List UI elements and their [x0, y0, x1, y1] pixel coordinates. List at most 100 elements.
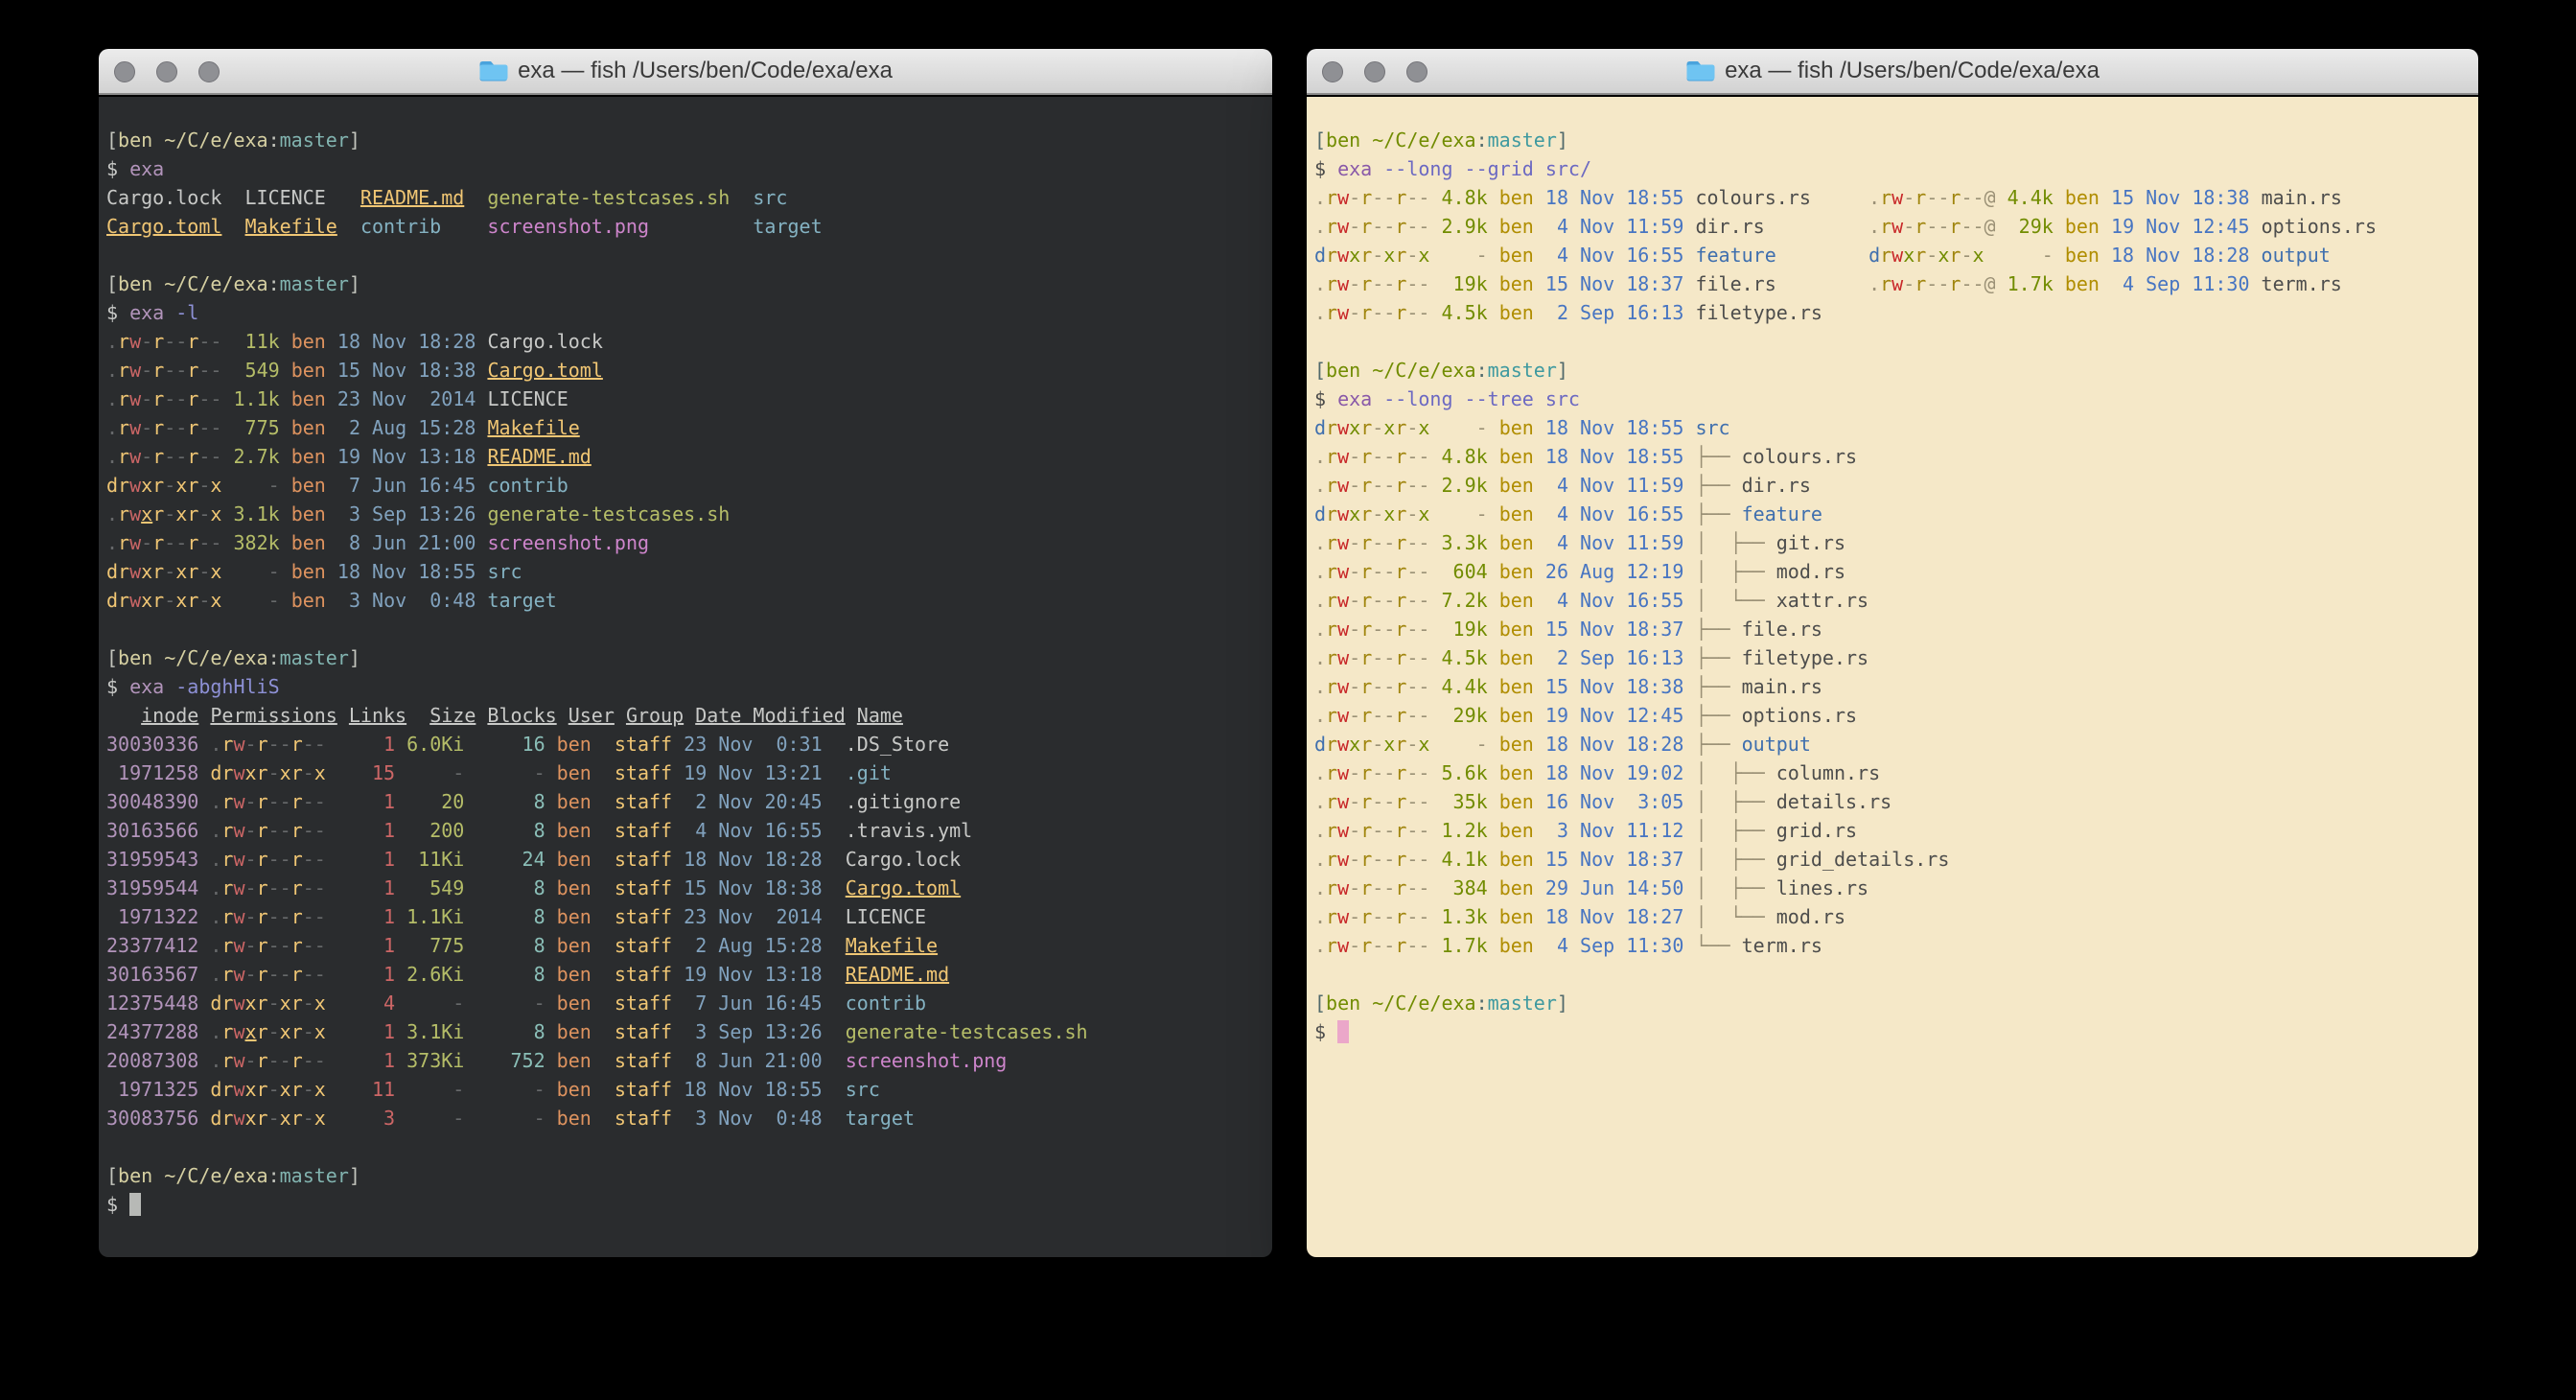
terminal-text-segment: -: [1349, 675, 1360, 698]
terminal-line: [106, 615, 1265, 643]
terminal-text-segment: r: [1395, 186, 1406, 209]
terminal-text-segment: 18 Nov 19:02: [1534, 761, 1684, 784]
terminal-text-segment: r: [1880, 272, 1891, 295]
close-button[interactable]: [114, 61, 135, 82]
terminal-text-segment: --: [1372, 905, 1395, 928]
terminal-text-segment: -: [1429, 416, 1487, 439]
terminal-text-segment: r: [1360, 215, 1372, 238]
terminal-text-segment: ben: [1488, 876, 1534, 899]
terminal-text-segment: r: [1326, 761, 1337, 784]
terminal-text-segment: --: [1372, 531, 1395, 554]
terminal-text-segment: staff: [592, 1049, 672, 1072]
terminal-text-segment: -: [303, 1020, 314, 1043]
terminal-line: [ben ~/C/e/exa:master]: [106, 1161, 1265, 1190]
terminal-text-segment: [1683, 761, 1695, 784]
terminal-text-segment: r: [1395, 675, 1406, 698]
terminal-text-segment: 31959544: [106, 876, 198, 899]
terminal-text-segment: 8: [464, 1020, 545, 1043]
terminal-text-segment: --: [164, 531, 187, 554]
terminal-text-segment: -: [1349, 618, 1360, 641]
terminal-text-segment: 19k: [1429, 272, 1487, 295]
terminal-text-segment: .: [106, 330, 118, 353]
terminal-text-segment: r: [1395, 502, 1406, 525]
terminal-text-segment: -: [1984, 244, 2054, 267]
terminal-text-segment: --: [1372, 474, 1395, 497]
terminal-text-segment: w: [1337, 244, 1349, 267]
terminal-text-segment: r: [1326, 790, 1337, 813]
terminal-text-segment: --: [303, 819, 326, 842]
terminal-text-segment: --: [1926, 186, 1949, 209]
terminal-line: Cargo.toml Makefile contrib screenshot.p…: [106, 212, 1265, 241]
terminal-text-segment: colours.rs: [1742, 445, 1857, 468]
terminal-text-segment: 604: [1429, 560, 1487, 583]
titlebar[interactable]: exa — fish /Users/ben/Code/exa/exa: [99, 49, 1272, 95]
terminal-text-segment: --: [1406, 905, 1429, 928]
minimize-button[interactable]: [1364, 61, 1385, 82]
terminal-text-segment: r: [291, 876, 303, 899]
terminal-text-segment: 2 Sep 16:13: [1534, 301, 1684, 324]
terminal-text-segment: -: [1903, 215, 1915, 238]
zoom-button[interactable]: [198, 61, 220, 82]
terminal-text-segment: r: [118, 531, 129, 554]
terminal-text-segment: .: [210, 790, 221, 813]
terminal-text-segment: file.rs: [1683, 272, 1775, 295]
close-button[interactable]: [1322, 61, 1343, 82]
terminal-text-segment: r: [118, 359, 129, 382]
terminal-line: drwxr-xr-x - ben 18 Nov 18:28 ├── output: [1314, 730, 2471, 758]
terminal-text-segment: colours.rs: [1683, 186, 1810, 209]
terminal-screen[interactable]: [ben ~/C/e/exa:master]$ exa --long --gri…: [1307, 97, 2478, 1257]
terminal-text-segment: r: [152, 330, 164, 353]
terminal-text-segment: ben: [1488, 272, 1534, 295]
minimize-button[interactable]: [156, 61, 177, 82]
terminal-text-segment: 3 Sep 13:26: [672, 1020, 823, 1043]
terminal-screen[interactable]: [ben ~/C/e/exa:master]$ exaCargo.lock LI…: [99, 97, 1272, 1257]
folder-icon: [478, 59, 508, 82]
terminal-text-segment: LICENCE: [476, 387, 568, 410]
terminal-window-dark[interactable]: exa — fish /Users/ben/Code/exa/exa [ben …: [99, 49, 1272, 1257]
terminal-text-segment: master: [1488, 992, 1557, 1015]
terminal-text-segment: Cargo.lock: [476, 330, 602, 353]
terminal-text-segment: r: [1395, 272, 1406, 295]
terminal-text-segment: ben: [1488, 934, 1534, 957]
terminal-text-segment: --: [303, 905, 326, 928]
terminal-text-segment: -: [198, 589, 210, 612]
terminal-text-segment: --: [1406, 531, 1429, 554]
terminal-text-segment: -: [395, 1078, 464, 1101]
terminal-text-segment: x: [1383, 244, 1395, 267]
terminal-text-segment: r: [1326, 502, 1337, 525]
terminal-text-segment: ben: [545, 761, 592, 784]
terminal-text-segment: 11Ki: [395, 848, 464, 871]
terminal-text-segment: 8: [464, 963, 545, 986]
terminal-window-light[interactable]: exa — fish /Users/ben/Code/exa/exa [ben …: [1307, 49, 2478, 1257]
terminal-text-segment: 4.4k: [1429, 675, 1487, 698]
terminal-text-segment: -: [245, 876, 257, 899]
terminal-line: 30048390 .rw-r--r-- 1 20 8 ben staff 2 N…: [106, 787, 1265, 816]
titlebar[interactable]: exa — fish /Users/ben/Code/exa/exa: [1307, 49, 2478, 95]
terminal-text-segment: 23 Nov 0:31: [672, 733, 823, 756]
terminal-text-segment: .: [106, 387, 118, 410]
terminal-text-segment: 30030336: [106, 733, 198, 756]
terminal-text-segment: -: [1372, 502, 1383, 525]
terminal-text-segment: r: [1326, 301, 1337, 324]
terminal-text-segment: :: [1476, 128, 1488, 152]
terminal-text-segment: --: [1406, 272, 1429, 295]
terminal-text-segment: -: [1406, 416, 1418, 439]
terminal-text-segment: Size: [429, 704, 476, 727]
terminal-text-segment: ben: [545, 848, 592, 871]
terminal-text-segment: 20: [395, 790, 464, 813]
terminal-text-segment: .: [210, 733, 221, 756]
terminal-line: 31959543 .rw-r--r-- 1 11Ki 24 ben staff …: [106, 845, 1265, 874]
terminal-text-segment: ben: [2054, 272, 2100, 295]
terminal-text-segment: [1811, 186, 1868, 209]
terminal-text-segment: x: [1418, 502, 1429, 525]
zoom-button[interactable]: [1406, 61, 1427, 82]
terminal-text-segment: src: [1683, 416, 1729, 439]
terminal-text-segment: generate-testcases.sh: [487, 186, 730, 209]
terminal-text-segment: r: [1360, 272, 1372, 295]
terminal-line: .rw-r--r-- 1.7k ben 4 Sep 11:30 └── term…: [1314, 931, 2471, 960]
terminal-line: .rw-r--r-- 2.9k ben 4 Nov 11:59 dir.rs .…: [1314, 212, 2471, 241]
terminal-text-segment: -: [1429, 244, 1487, 267]
terminal-text-segment: 18 Nov 18:28: [672, 848, 823, 871]
terminal-text-segment: ben ~/C/e/exa: [1326, 359, 1476, 382]
terminal-text-segment: r: [221, 963, 233, 986]
